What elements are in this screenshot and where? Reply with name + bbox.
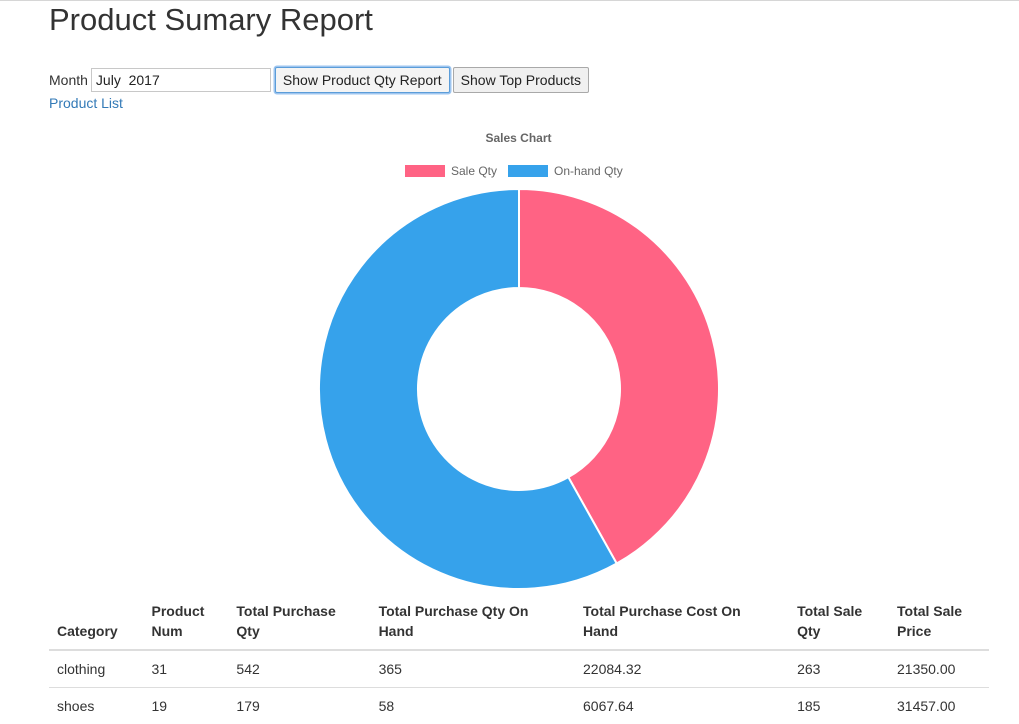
header-total-purchase-cost-on-hand: Total Purchase Cost OnHand [575, 595, 789, 650]
cell-total-purchase-qty-on-hand: 58 [371, 688, 575, 724]
cell-total-sale-qty: 185 [789, 688, 889, 724]
header-product-num: ProductNum [144, 595, 229, 650]
top-border [0, 0, 1019, 1]
cell-category: shoes [49, 688, 144, 724]
header-total-sale-qty: Total SaleQty [789, 595, 889, 650]
cell-total-sale-qty: 263 [789, 650, 889, 688]
cell-total-sale-price: 21350.00 [889, 650, 989, 688]
cell-total-purchase-cost-on-hand: 6067.64 [575, 688, 789, 724]
donut-chart [0, 125, 1019, 595]
cell-product-num: 19 [144, 688, 229, 724]
cell-category: clothing [49, 650, 144, 688]
product-list-link[interactable]: Product List [49, 95, 123, 111]
page-title: Product Sumary Report [49, 2, 373, 38]
show-top-products-button[interactable]: Show Top Products [453, 67, 589, 93]
month-input[interactable] [91, 68, 271, 92]
table-header-row: Category ProductNum Total PurchaseQty To… [49, 595, 989, 650]
month-label: Month [49, 72, 88, 88]
cell-total-purchase-qty: 179 [228, 688, 370, 724]
month-filter-row: Month Show Product Qty Report Show Top P… [49, 67, 592, 93]
table-row: clothing 31 542 365 22084.32 263 21350.0… [49, 650, 989, 688]
cell-total-purchase-qty-on-hand: 365 [371, 650, 575, 688]
sales-chart: Sales Chart Sale Qty On-hand Qty [0, 125, 1019, 595]
product-summary-table: Category ProductNum Total PurchaseQty To… [49, 595, 989, 724]
cell-product-num: 31 [144, 650, 229, 688]
table-row: shoes 19 179 58 6067.64 185 31457.00 [49, 688, 989, 724]
show-product-qty-report-button[interactable]: Show Product Qty Report [275, 67, 450, 93]
cell-total-purchase-qty: 542 [228, 650, 370, 688]
cell-total-purchase-cost-on-hand: 22084.32 [575, 650, 789, 688]
header-total-sale-price: Total SalePrice [889, 595, 989, 650]
header-category: Category [49, 595, 144, 650]
header-total-purchase-qty: Total PurchaseQty [228, 595, 370, 650]
header-total-purchase-qty-on-hand: Total Purchase Qty OnHand [371, 595, 575, 650]
cell-total-sale-price: 31457.00 [889, 688, 989, 724]
